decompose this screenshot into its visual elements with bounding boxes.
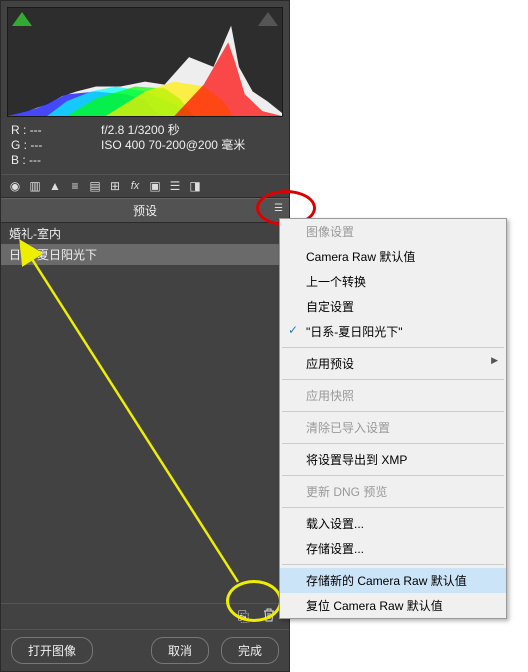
menu-save-settings[interactable]: 存储设置... [280,536,506,561]
section-title: 预设 [133,204,157,218]
clip-highlight-icon[interactable] [258,12,278,26]
open-image-button[interactable]: 打开图像 [11,637,93,664]
curves-icon[interactable]: ▥ [25,177,45,195]
menu-raw-default[interactable]: Camera Raw 默认值 [280,244,506,269]
dialog-buttons: 打开图像 取消 完成 [1,629,289,671]
menu-reset-default[interactable]: 复位 Camera Raw 默认值 [280,593,506,618]
menu-load-settings[interactable]: 载入设置... [280,511,506,536]
new-preset-icon[interactable]: ⎘ [238,608,249,625]
separator [282,379,504,380]
separator [282,475,504,476]
r-label: R : [11,123,26,137]
presets-icon[interactable]: ☰ [165,177,185,195]
preset-item[interactable]: 婚礼-室内 [1,223,289,244]
separator [282,411,504,412]
chevron-right-icon: ▶ [491,355,498,366]
separator [282,507,504,508]
snapshots-icon[interactable]: ◨ [185,177,205,195]
lens-icon[interactable]: ⊞ [105,177,125,195]
menu-apply-snapshot: 应用快照 [280,383,506,408]
detail-icon[interactable]: ▲ [45,177,65,195]
flyout-menu: 图像设置 Camera Raw 默认值 上一个转换 自定设置 ✓"日系-夏日阳光… [279,218,507,619]
check-icon: ✓ [288,323,298,337]
separator [282,564,504,565]
b-label: B : [11,153,26,167]
separator [282,347,504,348]
aperture-icon[interactable]: ◉ [5,177,25,195]
menu-update-dng: 更新 DNG 预览 [280,479,506,504]
menu-clear-import: 清除已导入设置 [280,415,506,440]
clip-shadow-icon[interactable] [12,12,32,26]
tab-toolbar: ◉ ▥ ▲ ≡ ▤ ⊞ fx ▣ ☰ ◨ [1,174,289,198]
menu-image-settings: 图像设置 [280,219,506,244]
preset-item[interactable]: 日系-夏日阳光下 [1,244,289,265]
menu-apply-preset[interactable]: 应用预设▶ [280,351,506,376]
preset-list: 婚礼-室内 日系-夏日阳光下 [1,223,289,265]
done-button[interactable]: 完成 [221,637,279,664]
hsl-icon[interactable]: ≡ [65,177,85,195]
exposure-info: f/2.8 1/3200 秒 [101,123,279,138]
section-header: 预设 ☰ [1,198,289,223]
preset-footer: ⎘ [1,603,289,629]
delete-preset-icon[interactable] [263,608,275,625]
menu-export-xmp[interactable]: 将设置导出到 XMP [280,447,506,472]
histogram [7,7,283,117]
split-icon[interactable]: ▤ [85,177,105,195]
cancel-button[interactable]: 取消 [151,637,209,664]
histogram-graph [8,8,282,116]
flyout-menu-button[interactable]: ☰ [274,203,283,214]
menu-prev-convert[interactable]: 上一个转换 [280,269,506,294]
fx-icon[interactable]: fx [125,177,145,195]
g-label: G : [11,138,27,152]
menu-current-preset[interactable]: ✓"日系-夏日阳光下" [280,319,506,344]
menu-custom[interactable]: 自定设置 [280,294,506,319]
separator [282,443,504,444]
camera-icon[interactable]: ▣ [145,177,165,195]
metadata: R : --- G : --- B : --- f/2.8 1/3200 秒 I… [1,117,289,174]
menu-save-new-default[interactable]: 存储新的 Camera Raw 默认值 [280,568,506,593]
iso-info: ISO 400 70-200@200 毫米 [101,138,279,153]
